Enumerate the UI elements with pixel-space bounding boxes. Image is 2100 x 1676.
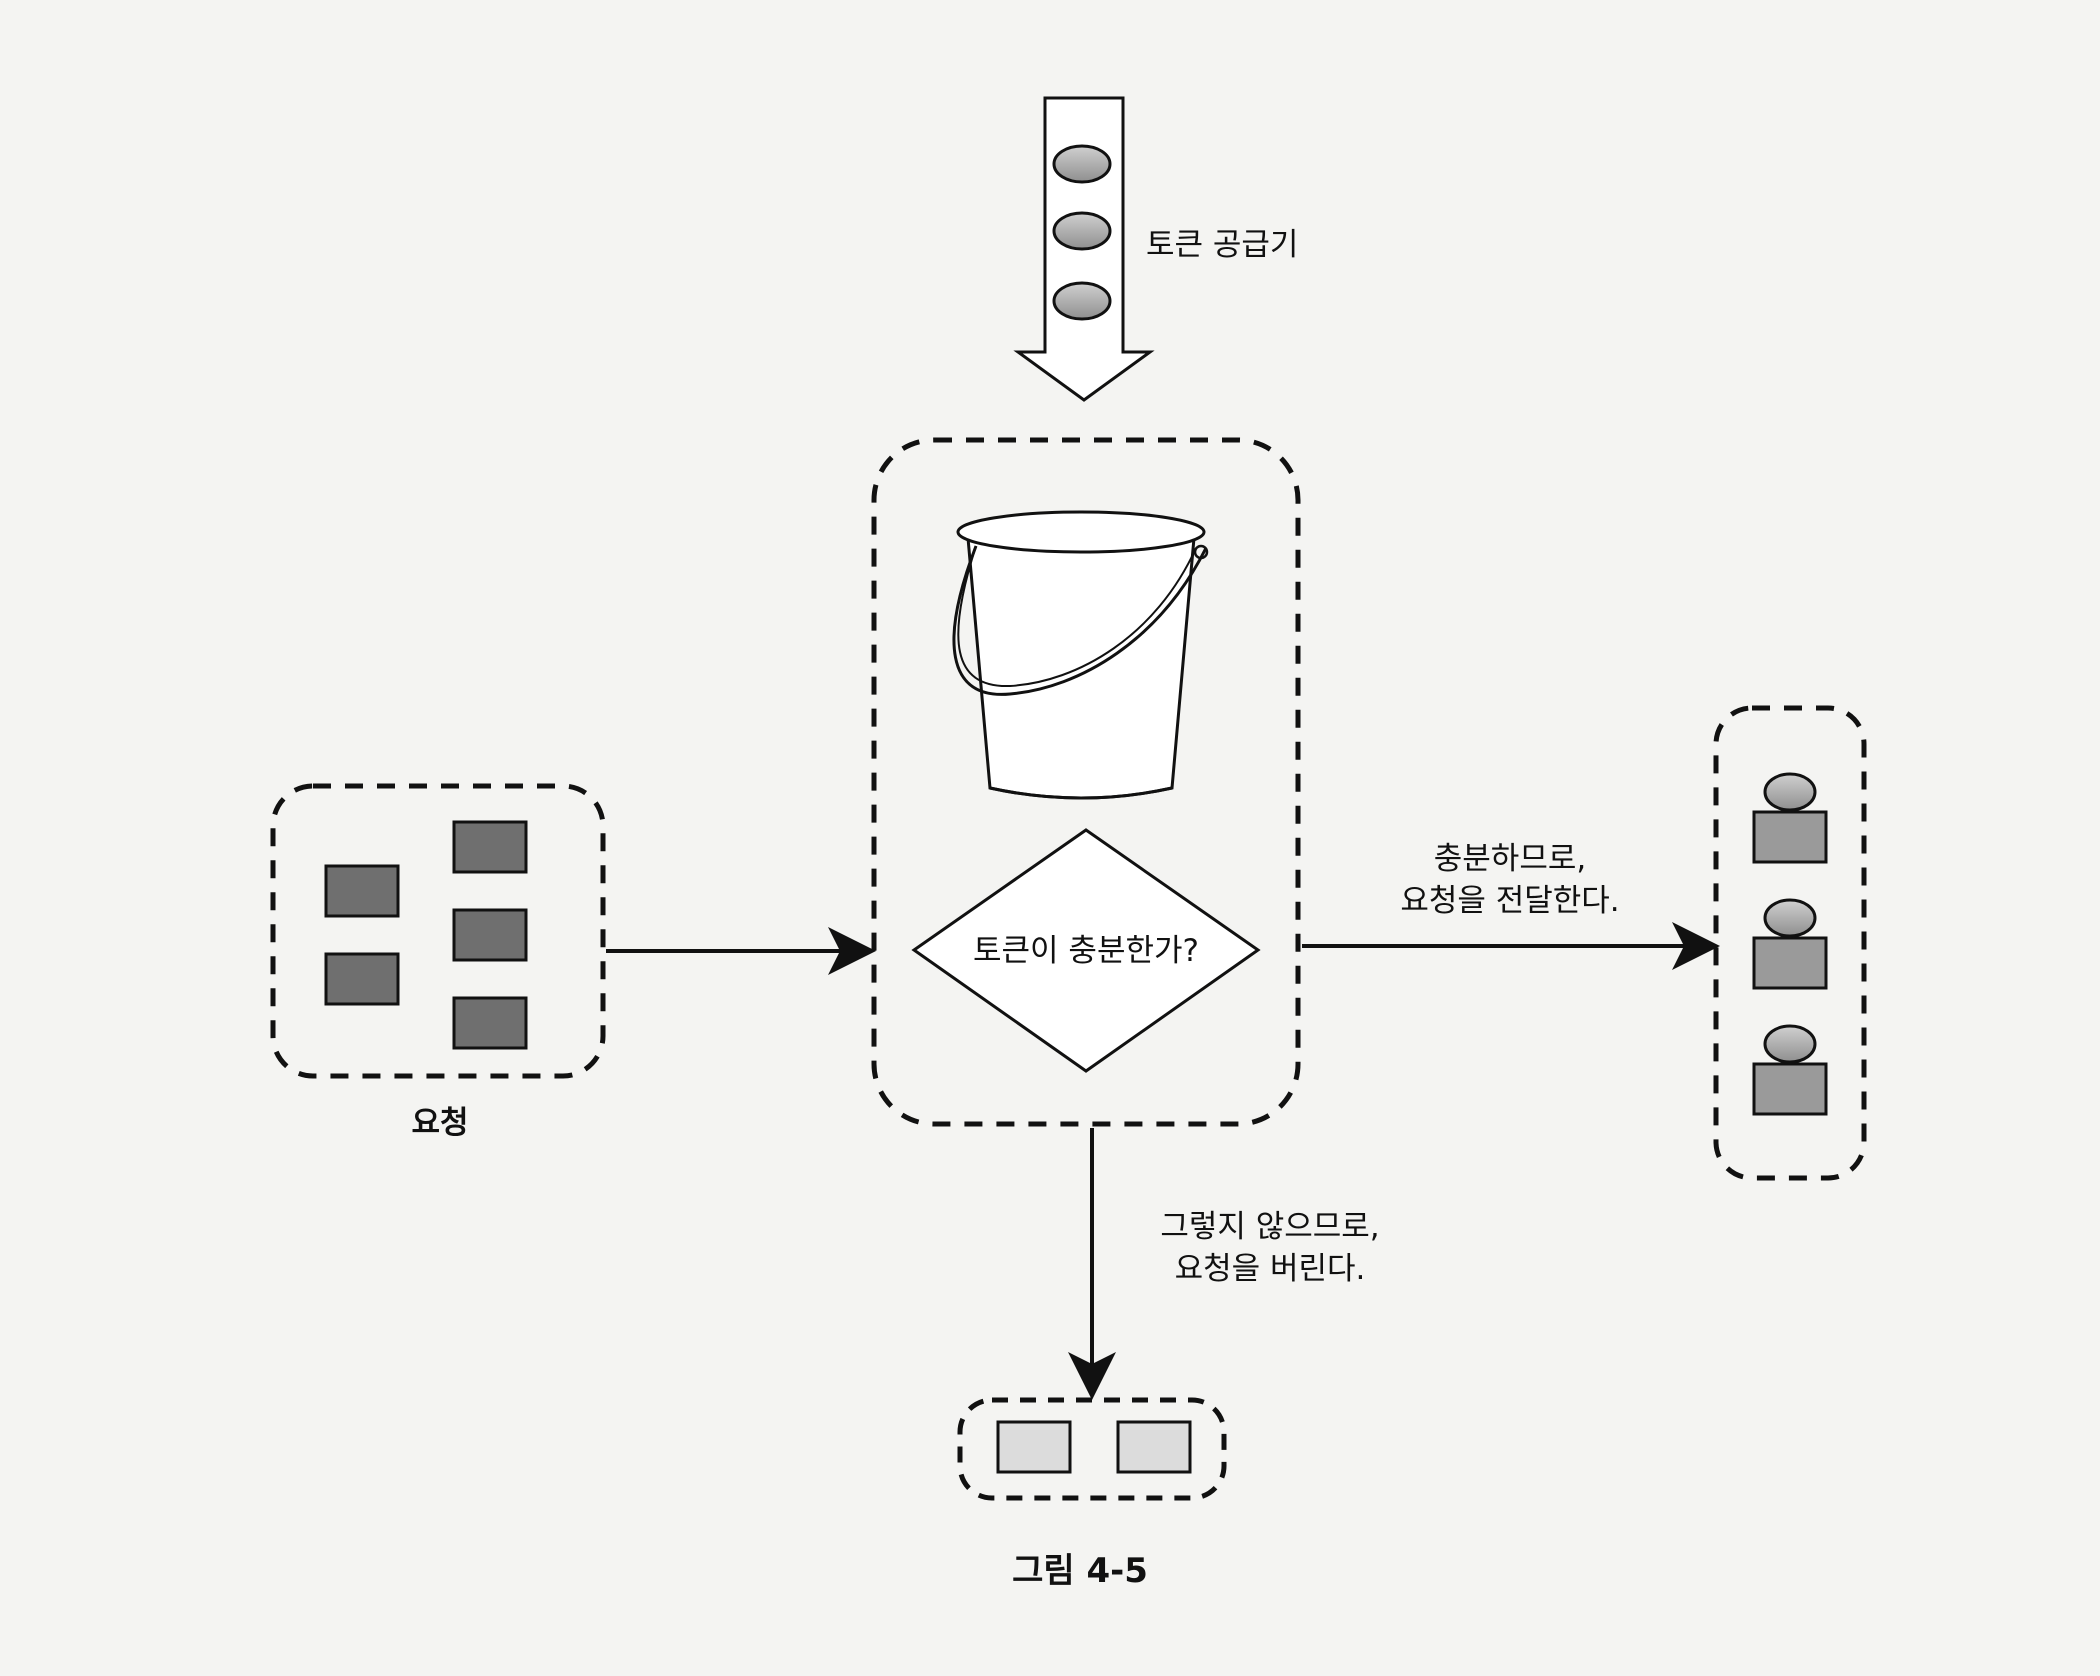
pass-label-line2: 요청을 전달한다. <box>1400 883 1620 919</box>
requests-group-box <box>270 783 606 1079</box>
token-supplier-label: 토큰 공급기 <box>1146 227 1299 263</box>
passed-request-with-token <box>1752 1024 1828 1116</box>
request-block <box>452 820 528 874</box>
supplier-token-icon <box>1052 211 1112 251</box>
token-bucket-diagram <box>270 96 1867 1501</box>
request-block <box>452 996 528 1050</box>
pass-label-line1: 충분하므로, <box>1433 841 1587 877</box>
request-block <box>324 864 400 918</box>
token-check-label: 토큰이 충분한가? <box>973 933 1199 969</box>
request-block <box>452 908 528 962</box>
supplier-token-icon <box>1052 144 1112 184</box>
page: 토큰 공급기 토큰이 충분한가? 요청 충분하므로, 요청을 전달한다. 그렇지… <box>0 0 2100 1676</box>
dropped-request-block <box>1116 1420 1192 1474</box>
request-block <box>324 952 400 1006</box>
supplier-token-icon <box>1052 281 1112 321</box>
requests-label: 요청 <box>411 1105 469 1141</box>
drop-label-line1: 그렇지 않으므로, <box>1160 1209 1380 1245</box>
figure-caption: 그림 4-5 <box>1012 1551 1148 1591</box>
drop-label-line2: 요청을 버린다. <box>1174 1251 1366 1287</box>
passed-request-with-token <box>1752 772 1828 864</box>
bucket-icon <box>952 510 1209 800</box>
passed-request-with-token <box>1752 898 1828 990</box>
dropped-request-block <box>996 1420 1072 1474</box>
